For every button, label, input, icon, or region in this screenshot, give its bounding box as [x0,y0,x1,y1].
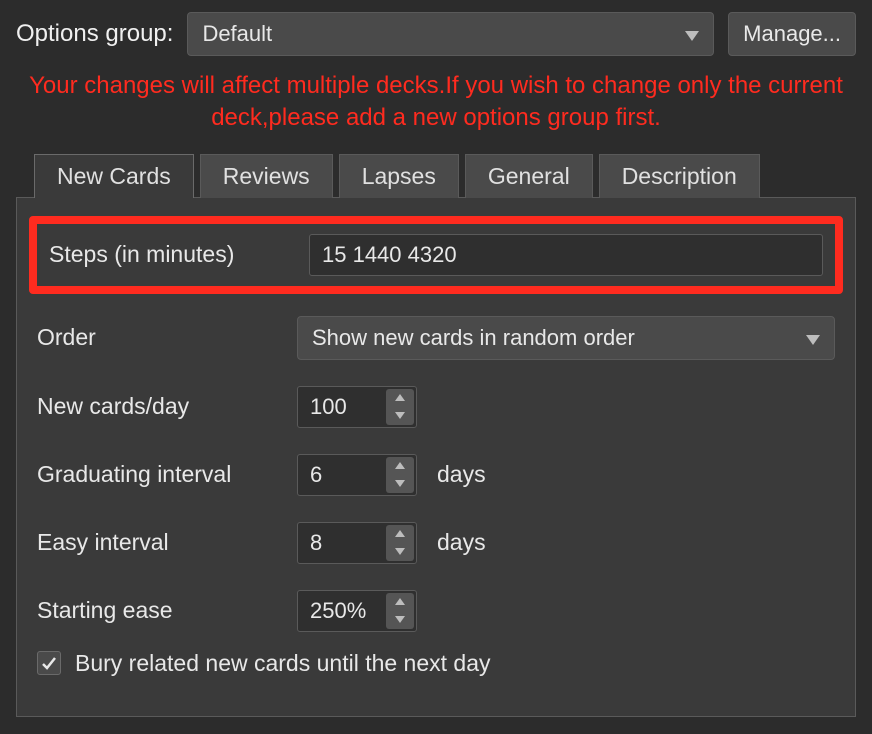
bury-label: Bury related new cards until the next da… [75,650,491,677]
row-new-cards-day: New cards/day 100 [37,386,835,428]
tab-general[interactable]: General [465,154,593,198]
row-graduating-interval: Graduating interval 6 days [37,454,835,496]
order-select[interactable]: Show new cards in random order [297,316,835,360]
row-starting-ease: Starting ease 250% [37,590,835,632]
spinner-down[interactable] [386,407,414,425]
easy-interval-label: Easy interval [37,529,297,556]
tab-lapses[interactable]: Lapses [339,154,459,198]
starting-ease-spinner[interactable]: 250% [297,590,417,632]
options-group-select[interactable]: Default [187,12,714,56]
easy-interval-suffix: days [437,529,486,556]
spinner-buttons [386,593,414,629]
bury-checkbox[interactable] [37,651,61,675]
options-group-label: Options group: [16,20,173,48]
spinner-up[interactable] [386,389,414,407]
spinner-down[interactable] [386,543,414,561]
deck-options-window: Options group: Default Manage... Your ch… [0,0,872,717]
spinner-buttons [386,389,414,425]
new-cards-day-value: 100 [310,394,347,420]
options-group-value: Default [202,21,272,47]
steps-highlight: Steps (in minutes) [29,216,843,294]
tab-bar: New Cards Reviews Lapses General Descrip… [34,153,856,197]
easy-interval-spinner[interactable]: 8 [297,522,417,564]
spinner-down[interactable] [386,475,414,493]
order-value: Show new cards in random order [312,325,635,351]
steps-input[interactable] [309,234,823,276]
manage-button-label: Manage... [743,21,841,47]
graduating-interval-suffix: days [437,461,486,488]
tab-new-cards[interactable]: New Cards [34,154,194,198]
row-order: Order Show new cards in random order [37,316,835,360]
spinner-buttons [386,525,414,561]
new-cards-day-label: New cards/day [37,393,297,420]
tab-panel-new-cards: Steps (in minutes) Order Show new cards … [16,197,856,717]
tab-reviews[interactable]: Reviews [200,154,333,198]
check-icon [41,655,57,671]
row-steps: Steps (in minutes) [49,234,823,276]
row-easy-interval: Easy interval 8 days [37,522,835,564]
graduating-interval-value: 6 [310,462,322,488]
row-bury: Bury related new cards until the next da… [37,650,835,677]
new-cards-day-spinner[interactable]: 100 [297,386,417,428]
starting-ease-value: 250% [310,598,366,624]
spinner-buttons [386,457,414,493]
manage-button[interactable]: Manage... [728,12,856,56]
easy-interval-value: 8 [310,530,322,556]
header-row: Options group: Default Manage... [16,12,856,56]
spinner-up[interactable] [386,593,414,611]
tab-description[interactable]: Description [599,154,760,198]
starting-ease-label: Starting ease [37,597,297,624]
chevron-down-icon [806,325,820,351]
spinner-down[interactable] [386,611,414,629]
order-label: Order [37,324,297,351]
chevron-down-icon [685,21,699,47]
warning-text: Your changes will affect multiple decks.… [24,70,848,135]
steps-label: Steps (in minutes) [49,241,309,268]
graduating-interval-label: Graduating interval [37,461,297,488]
spinner-up[interactable] [386,525,414,543]
spinner-up[interactable] [386,457,414,475]
graduating-interval-spinner[interactable]: 6 [297,454,417,496]
